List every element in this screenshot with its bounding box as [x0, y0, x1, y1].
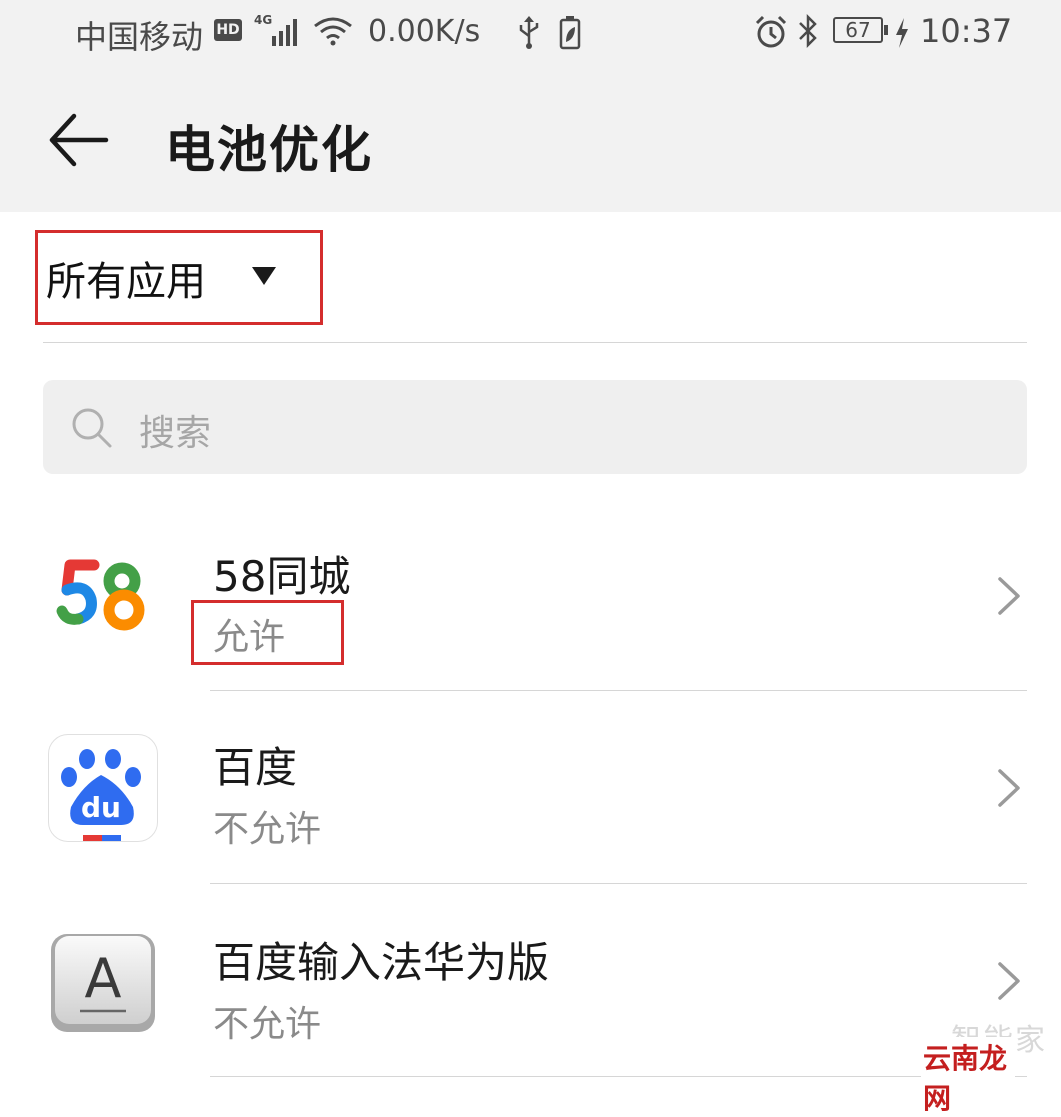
- search-icon: [71, 407, 113, 453]
- clock: 10:37: [920, 12, 1013, 50]
- alarm-icon: [754, 14, 788, 54]
- app-name: 58同城: [213, 552, 351, 601]
- network-type-label: 4G: [254, 14, 272, 27]
- page-title: 电池优化: [165, 121, 373, 179]
- battery-icon: 67: [833, 17, 888, 43]
- triangle-down-icon: [250, 265, 278, 291]
- charging-icon: [893, 16, 911, 54]
- top-area: 中国移动 HD 4G 0.00K/s 67 10:37 电池优化: [0, 0, 1061, 212]
- status-bar: 中国移动 HD 4G 0.00K/s 67 10:37: [0, 0, 1061, 68]
- signal-icon: 4G: [254, 13, 306, 52]
- bluetooth-icon: [796, 12, 820, 54]
- usb-icon: [516, 14, 542, 54]
- divider: [210, 690, 1027, 691]
- app-58-icon: [48, 543, 158, 651]
- app-row-baidu-input[interactable]: A 百度输入法华为版 不允许: [0, 885, 1061, 1077]
- status-highlight-box: [191, 600, 344, 665]
- app-name: 百度: [213, 743, 298, 792]
- chevron-right-icon: [995, 768, 1023, 812]
- net-speed: 0.00K/s: [368, 14, 481, 49]
- carrier-name: 中国移动: [75, 18, 204, 56]
- baidu-app-icon: du: [48, 734, 158, 842]
- app-status: 不允许: [213, 1004, 322, 1045]
- watermark: 智能家 云南龙网: [921, 1015, 1051, 1117]
- divider: [43, 342, 1027, 343]
- divider: [210, 883, 1027, 884]
- baidu-input-app-icon: A: [48, 931, 158, 1039]
- app-filter-dropdown[interactable]: 所有应用: [35, 230, 323, 325]
- chevron-right-icon: [995, 576, 1023, 620]
- chevron-right-icon: [995, 961, 1023, 1005]
- app-name: 百度输入法华为版: [213, 938, 550, 987]
- divider: [210, 1076, 1027, 1077]
- search-placeholder: 搜索: [139, 413, 212, 454]
- back-button[interactable]: [44, 110, 114, 170]
- app-status: 不允许: [213, 809, 322, 850]
- arrow-left-icon: [49, 113, 109, 167]
- watermark-bottom: 云南龙网: [921, 1037, 1015, 1117]
- filter-label: 所有应用: [46, 259, 206, 305]
- app-row-58tongcheng[interactable]: 58同城 允许: [0, 500, 1061, 692]
- hd-badge: HD: [214, 19, 242, 41]
- svg-text:du: du: [81, 791, 121, 824]
- app-row-baidu[interactable]: du 百度 不允许: [0, 692, 1061, 884]
- search-input[interactable]: 搜索: [43, 380, 1027, 474]
- battery-saver-icon: [558, 14, 582, 54]
- wifi-icon: [312, 14, 354, 52]
- svg-text:A: A: [85, 947, 122, 1010]
